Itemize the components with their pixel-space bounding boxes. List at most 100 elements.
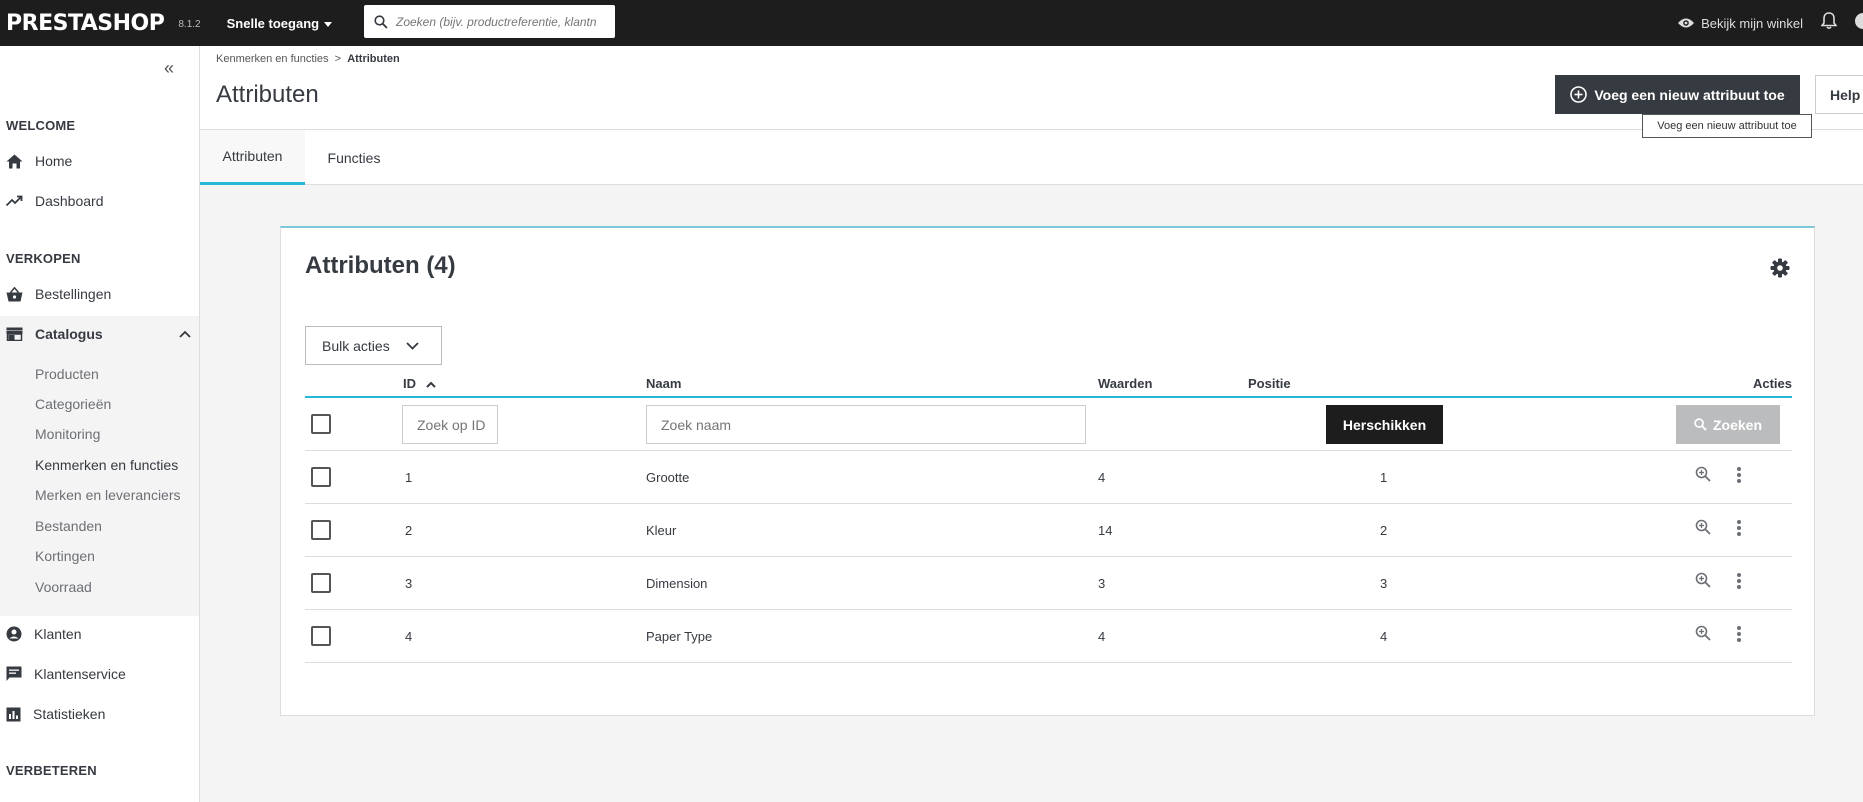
more-vert-icon[interactable] <box>1736 572 1742 595</box>
sidebar-item-statistics[interactable]: Statistieken <box>6 706 105 722</box>
select-all-checkbox[interactable] <box>311 414 331 434</box>
cell-position[interactable]: 3 <box>1380 576 1387 591</box>
quick-access-label: Snelle toegang <box>226 15 320 31</box>
cell-id: 2 <box>405 523 413 538</box>
column-actions: Acties <box>1752 376 1792 391</box>
chevron-up-icon[interactable] <box>179 330 191 338</box>
bulk-actions-label: Bulk acties <box>322 337 390 354</box>
sidebar-item-home[interactable]: Home <box>6 153 72 169</box>
tab-attributes[interactable]: Attributen <box>200 130 305 185</box>
sidebar-item-dashboard[interactable]: Dashboard <box>6 193 104 209</box>
column-id[interactable]: ID <box>403 376 436 391</box>
cell-position[interactable]: 1 <box>1380 470 1387 485</box>
table-row[interactable]: 1 Grootte 4 1 <box>305 451 1792 504</box>
search-icon <box>1694 418 1707 431</box>
row-checkbox[interactable] <box>311 626 331 646</box>
column-name[interactable]: Naam <box>646 376 681 391</box>
cell-position[interactable]: 4 <box>1380 629 1387 644</box>
page-header: Kenmerken en functies > Attributen Attri… <box>200 46 1863 138</box>
home-icon <box>6 154 23 168</box>
table-row[interactable]: 2 Kleur 14 2 <box>305 504 1792 557</box>
account-icon <box>6 626 22 642</box>
tabs-bar: Attributen Functies <box>200 130 1863 185</box>
gear-icon[interactable] <box>1770 258 1790 278</box>
search-filter-button[interactable]: Zoeken <box>1676 405 1780 444</box>
cell-name: Kleur <box>646 523 677 538</box>
sidebar-subitem-categories[interactable]: Categorieën <box>35 396 111 412</box>
cell-name: Grootte <box>646 470 690 485</box>
bell-icon[interactable] <box>1821 12 1837 30</box>
more-vert-icon[interactable] <box>1736 519 1742 542</box>
cell-values: 4 <box>1098 470 1106 485</box>
view-shop-link[interactable]: Bekijk mijn winkel <box>1677 0 1803 46</box>
prestashop-logo[interactable]: PRESTASHOP <box>6 11 165 36</box>
store-icon <box>6 327 23 341</box>
collapse-icon[interactable]: « <box>164 58 174 79</box>
row-checkbox[interactable] <box>311 467 331 487</box>
section-sell: VERKOPEN <box>6 251 81 266</box>
column-position[interactable]: Positie <box>1248 376 1291 391</box>
search-box[interactable] <box>364 5 615 38</box>
cell-name: Paper Type <box>646 629 713 644</box>
chevron-down-icon <box>406 341 419 350</box>
breadcrumb-separator: > <box>334 53 342 65</box>
quick-access-menu[interactable]: Snelle toegang <box>226 15 333 31</box>
filter-row: Herschikken Zoeken <box>305 398 1792 451</box>
cell-position[interactable]: 2 <box>1380 523 1387 538</box>
sidebar-subitem-brands[interactable]: Merken en leveranciers <box>35 487 181 503</box>
breadcrumb-current: Attributen <box>347 53 400 65</box>
sidebar: « WELCOME Home Dashboard VERKOPEN Bestel… <box>0 46 200 802</box>
bulk-actions-dropdown[interactable]: Bulk acties <box>305 326 442 365</box>
sidebar-item-label: Klantenservice <box>34 666 126 682</box>
resort-button[interactable]: Herschikken <box>1326 405 1443 444</box>
sidebar-item-label: Klanten <box>34 626 82 642</box>
search-filter-label: Zoeken <box>1712 416 1762 433</box>
sidebar-item-label: Home <box>35 153 73 169</box>
sidebar-subitem-features[interactable]: Kenmerken en functies <box>35 457 178 473</box>
sidebar-item-customers[interactable]: Klanten <box>6 626 81 642</box>
sidebar-subitem-stock[interactable]: Voorraad <box>35 579 92 595</box>
zoom-icon[interactable] <box>1695 519 1711 540</box>
sidebar-item-label: Dashboard <box>35 193 104 209</box>
sidebar-item-label: Bestellingen <box>35 286 112 302</box>
cell-id: 3 <box>405 576 413 591</box>
sidebar-subitem-discounts[interactable]: Kortingen <box>35 548 95 564</box>
sidebar-item-catalog[interactable]: Catalogus <box>6 326 103 342</box>
avatar[interactable] <box>1855 13 1863 29</box>
sidebar-subitem-monitoring[interactable]: Monitoring <box>35 426 100 442</box>
search-input[interactable] <box>396 14 606 29</box>
table-header: ID Naam Waarden Positie Acties <box>305 368 1792 398</box>
row-checkbox[interactable] <box>311 520 331 540</box>
table-row[interactable]: 4 Paper Type 4 4 <box>305 610 1792 663</box>
view-shop-label: Bekijk mijn winkel <box>1701 15 1803 31</box>
trending-icon <box>6 195 23 207</box>
sidebar-subitem-files[interactable]: Bestanden <box>35 518 102 534</box>
sidebar-item-customer-service[interactable]: Klantenservice <box>6 666 126 682</box>
more-vert-icon[interactable] <box>1736 466 1742 489</box>
sidebar-item-label: Statistieken <box>33 706 106 722</box>
cell-id: 4 <box>405 629 413 644</box>
sidebar-item-orders[interactable]: Bestellingen <box>6 286 111 302</box>
column-values[interactable]: Waarden <box>1098 376 1152 391</box>
tab-features[interactable]: Functies <box>305 130 403 185</box>
zoom-icon[interactable] <box>1695 466 1711 487</box>
id-filter-input[interactable] <box>402 405 498 444</box>
more-vert-icon[interactable] <box>1736 625 1742 648</box>
grid-title: Attributen (4) <box>305 252 456 279</box>
row-checkbox[interactable] <box>311 573 331 593</box>
breadcrumb-parent[interactable]: Kenmerken en functies <box>216 53 329 65</box>
cell-values: 4 <box>1098 629 1106 644</box>
page-title: Attributen <box>216 81 319 108</box>
name-filter-input[interactable] <box>646 405 1086 444</box>
table-row[interactable]: 3 Dimension 3 3 <box>305 557 1792 610</box>
help-button[interactable]: Help <box>1815 75 1863 114</box>
sidebar-subitem-products[interactable]: Producten <box>35 366 99 382</box>
cell-name: Dimension <box>646 576 708 591</box>
chart-icon <box>6 707 21 721</box>
cell-id: 1 <box>405 470 413 485</box>
zoom-icon[interactable] <box>1695 572 1711 593</box>
add-attribute-button[interactable]: Voeg een nieuw attribuut toe <box>1555 75 1800 114</box>
section-welcome: WELCOME <box>6 118 76 133</box>
zoom-icon[interactable] <box>1695 625 1711 646</box>
caret-down-icon <box>324 21 333 27</box>
